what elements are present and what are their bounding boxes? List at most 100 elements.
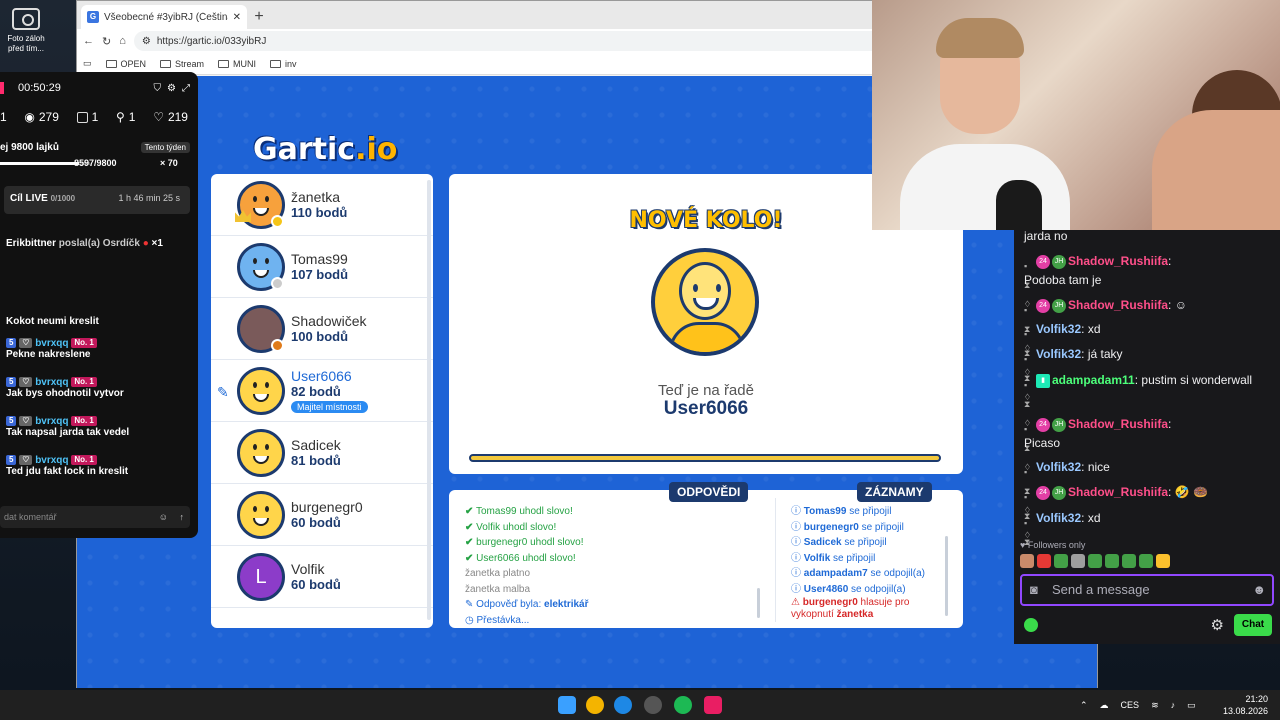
emote-icon[interactable]	[1122, 554, 1136, 568]
record-item: ⓘ Sadicek se připojil	[791, 537, 887, 548]
gift-message: Erikbittner poslal(a) Osrdíčk ● ×1	[6, 238, 163, 249]
channel-points-icon[interactable]	[1024, 618, 1038, 632]
expand-icon[interactable]: ⤢	[182, 83, 190, 94]
settings-icon[interactable]: ⚙	[167, 83, 176, 94]
current-drawer-avatar	[651, 248, 759, 356]
answer-item: ✔ burgenegr0 uhodl slovo!	[465, 537, 584, 548]
user-add-icon: ⚲	[116, 110, 125, 124]
bookmark-folder[interactable]: OPEN	[105, 59, 146, 69]
answers-list: ✔ Tomas99 uhodl slovo! ✔ Volfik uhodl sl…	[465, 504, 589, 628]
tab-gartic[interactable]: G Všeobecné #3yibRJ (Čeština) - Gar ✕	[81, 5, 247, 29]
send-icon[interactable]: ↑	[180, 506, 185, 528]
chat-message: ▪ ⧗ ♢Volfik32: xd	[1024, 322, 1101, 377]
twitch-message-input[interactable]: ◙ Send a message ☻	[1020, 574, 1274, 606]
player-row[interactable]: žanetka 110 bodů	[211, 174, 433, 236]
record-item: ⓘ User4860 se odpojil(a)	[791, 583, 906, 595]
emote-icon: ☺	[1174, 298, 1187, 312]
player-row[interactable]: Tomas99 107 bodů	[211, 236, 433, 298]
live-timer: 00:50:29	[18, 82, 61, 94]
avatar	[237, 490, 285, 539]
bookmark-folder[interactable]: Stream	[160, 59, 204, 69]
emote-icon[interactable]	[1054, 554, 1068, 568]
close-icon[interactable]: ✕	[233, 12, 241, 23]
bookmark-folder[interactable]: inv	[270, 59, 297, 69]
tiktok-icon[interactable]	[704, 696, 722, 714]
emote-icon[interactable]	[1020, 554, 1034, 568]
answer-item: ✔ User6066 uhodl slovo!	[465, 552, 576, 564]
gift-icon[interactable]: ⛉	[154, 83, 162, 94]
records-header: ZÁZNAMY	[857, 482, 932, 502]
chat-message: ▪ ⧗ ♢Volfik32: nice	[1024, 460, 1110, 515]
reading-list-icon[interactable]: ▭	[83, 58, 92, 69]
gear-icon[interactable]: ⚙	[1211, 616, 1224, 634]
week-label[interactable]: Tento týden	[140, 142, 190, 153]
comment-input[interactable]: dat komentář ☺ ↑	[0, 506, 190, 528]
turn-username: User6066	[663, 398, 749, 419]
home-icon[interactable]: ⌂	[119, 35, 126, 47]
round-timer-bar	[469, 454, 941, 462]
scrollbar[interactable]	[945, 536, 948, 616]
emoji-icon[interactable]: ☻	[1252, 576, 1266, 604]
microphone-icon	[996, 180, 1042, 230]
player-name: žanetka	[291, 189, 341, 205]
avatar	[237, 366, 285, 415]
spotify-icon[interactable]	[674, 696, 692, 714]
wifi-icon[interactable]: ≋	[1151, 700, 1159, 711]
player-points: 60 bodů	[291, 515, 341, 530]
volume-icon[interactable]: ♪	[1171, 700, 1176, 710]
pencil-icon: ✎	[465, 599, 474, 610]
answers-header: ODPOVĚDI	[669, 482, 749, 502]
emoji-icon[interactable]: ☺	[159, 506, 168, 528]
folder-icon	[160, 59, 172, 68]
emote-icon[interactable]	[1105, 554, 1119, 568]
system-tray: ⌃ ☁ CES ≋ ♪ ▭	[1080, 690, 1196, 720]
answer-item: žanetka platno	[465, 568, 531, 579]
emote-icon[interactable]	[1139, 554, 1153, 568]
record-item: ⓘ Tomas99 se připojil	[791, 506, 892, 517]
new-tab-button[interactable]: +	[247, 5, 271, 29]
scrollbar[interactable]	[757, 588, 760, 618]
player-name: Volfik	[291, 561, 325, 577]
player-row[interactable]: L Volfik 60 bodů	[211, 546, 433, 608]
scrollbar[interactable]	[427, 180, 431, 620]
language-indicator[interactable]: CES	[1121, 700, 1140, 710]
answers-panel: ODPOVĚDI ZÁZNAMY ✔ Tomas99 uhodl slovo! …	[449, 482, 963, 628]
likes-stat: ♡ 219	[153, 110, 188, 124]
start-icon[interactable]	[558, 696, 576, 714]
gartic-logo[interactable]: Gartic.io	[253, 132, 397, 167]
bookmark-folder[interactable]: MUNI	[218, 59, 256, 69]
back-icon[interactable]: ←	[83, 35, 94, 47]
chat-message: 5 ♡ bvrxqq No. 1 Jak bys ohodnotil vytvor	[6, 377, 124, 399]
cloud-icon[interactable]: ☁	[1100, 700, 1109, 711]
chat-message: 5 ♡ bvrxqq No. 1 Tak napsal jarda tak ved…	[6, 416, 130, 438]
desktop-shortcut[interactable]: Foto zál­oh před tím...	[4, 8, 48, 54]
player-row[interactable]: Shadowiček 100 bodů	[211, 298, 433, 360]
answer-reveal: ✎ Odpověď byla: elektrikář	[465, 599, 589, 610]
twitch-chat: jarda no ▪ ⧗ ♢24 JH Shadow_Rushiifa: Podoba…	[1014, 229, 1280, 644]
url-text: https://gartic.io/033yibRJ	[156, 35, 267, 47]
player-row[interactable]: ✎ User6066 82 bodů Majitel místnosti	[211, 360, 433, 422]
chevron-up-icon[interactable]: ⌃	[1080, 700, 1088, 711]
emote-icon[interactable]	[1088, 554, 1102, 568]
battery-icon[interactable]: ▭	[1187, 700, 1196, 711]
webcam-feed	[872, 0, 1280, 230]
edge-icon[interactable]	[614, 696, 632, 714]
reload-icon[interactable]: ↻	[102, 35, 111, 48]
player-row[interactable]: Sadicek 81 bodů	[211, 422, 433, 484]
emote-icon[interactable]	[1156, 554, 1170, 568]
emote-icon[interactable]	[1037, 554, 1051, 568]
clock[interactable]: 21:20 13.08.2026	[1223, 693, 1268, 717]
kick-vote-record: ⚠ burgenegr0 hlasuje pro vykopnutí žanetk…	[791, 597, 910, 620]
gift-box-icon	[76, 111, 88, 123]
chat-send-button[interactable]: Chat	[1234, 614, 1272, 636]
obs-icon[interactable]	[644, 696, 662, 714]
chrome-icon[interactable]	[586, 696, 604, 714]
eye-icon: ◉	[24, 110, 35, 124]
player-row[interactable]: burgenegr0 60 bodů	[211, 484, 433, 546]
emote-icon[interactable]	[1071, 554, 1085, 568]
site-info-icon[interactable]: ⚙	[142, 36, 151, 47]
folder-icon	[105, 59, 117, 68]
avatar: L	[237, 552, 285, 601]
chat-message: ▪ ⧗ ♢24 JH Shadow_Rushiifa: ☺	[1024, 298, 1187, 353]
chat-message: ▪ ⧗ ♢24 JH Shadow_Rushiifa: Picaso	[1024, 417, 1172, 472]
